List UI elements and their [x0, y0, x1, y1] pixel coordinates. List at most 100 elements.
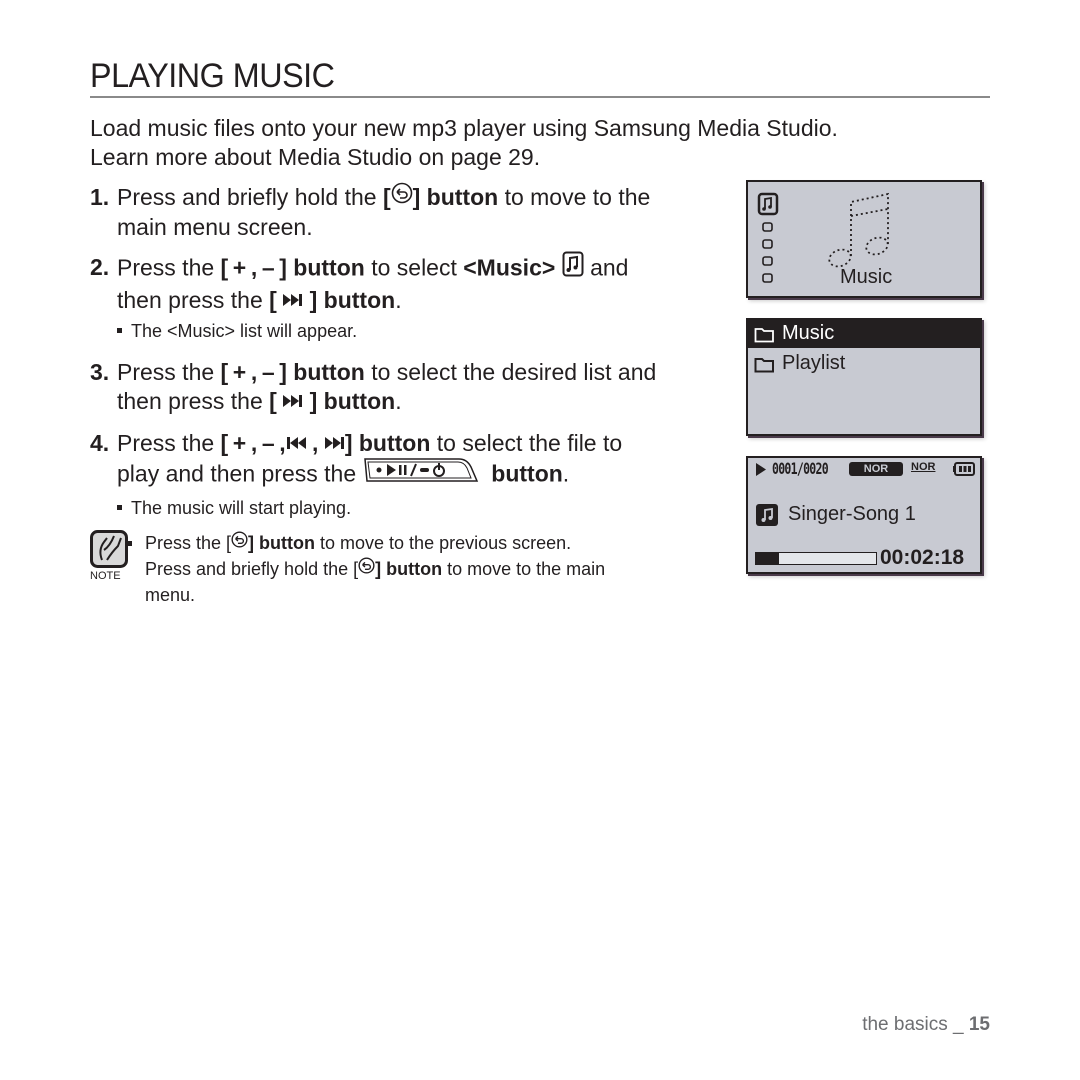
page-footer: the basics _ 15 — [862, 1014, 990, 1036]
menu-dot — [762, 256, 773, 266]
list-item-label: Playlist — [782, 352, 846, 374]
list-item[interactable]: Playlist — [748, 350, 980, 378]
step-text: then press the — [117, 287, 270, 313]
step-number: 4. — [90, 430, 110, 456]
previous-track-icon — [286, 428, 306, 457]
step-text: Press the — [117, 254, 221, 281]
subnote-text: The <Music> list will appear. — [131, 321, 358, 341]
note-line-1: Press the [ ] button to move to the previ… — [127, 530, 745, 557]
bullet — [117, 327, 122, 333]
list-item-selected[interactable]: Music — [748, 320, 980, 348]
music-menu-label: <Music> — [463, 254, 556, 281]
note-text-part: Press and briefly hold the [ — [145, 558, 359, 579]
plus-minus-button-label: [ + , – ] button — [220, 254, 365, 281]
button-label: ] button — [248, 533, 316, 553]
step-4: 4. Press the [ + , – , , ] button to sel… — [90, 429, 730, 492]
step-number: 2. — [90, 254, 110, 280]
step-text: . — [395, 388, 402, 414]
elapsed-time: 00:02:18 — [880, 546, 965, 569]
battery-icon — [953, 462, 975, 481]
plus-minus-button-label: [ + , – ] button — [220, 359, 365, 385]
music-menu-icon — [562, 251, 584, 284]
folder-icon — [754, 326, 776, 348]
menu-dot — [762, 222, 773, 232]
progress-bar[interactable] — [755, 552, 877, 565]
step-number: 1. — [90, 184, 110, 210]
menu-dots — [762, 222, 773, 283]
main-menu-screen: Music — [746, 180, 982, 298]
intro-line-2: Learn more about Media Studio on page 29… — [90, 144, 541, 170]
step-text: Press and briefly hold the — [117, 184, 383, 210]
step-text: and — [583, 254, 629, 281]
list-item-label: Music — [782, 322, 835, 344]
note-label: NOTE — [90, 570, 121, 582]
note-text-part: Press the [ — [145, 533, 232, 553]
bullet — [127, 541, 132, 546]
intro-line-1: Load music files onto your new mp3 playe… — [90, 115, 838, 141]
step-text: Press the — [117, 359, 221, 385]
track-counter: 0001/0020 — [772, 459, 829, 478]
button-label: ] button — [303, 388, 396, 414]
back-button-icon — [231, 530, 248, 555]
step-text: to move to the — [498, 184, 651, 210]
eq-mode-badge: NOR — [849, 462, 903, 476]
step-text: play and then press the — [117, 461, 363, 487]
main-menu-label: Music — [840, 266, 893, 288]
note-text-part: to move to the previous screen. — [315, 533, 572, 553]
step-2-subnote: The <Music> list will appear. — [117, 320, 357, 342]
button-label: ] button — [375, 558, 443, 579]
step-text: to select the desired list and — [364, 359, 657, 385]
now-playing-screen: 0001/0020 NOR NOR Singer-Song 1 00:02:18 — [746, 456, 982, 574]
menu-dot — [762, 273, 773, 283]
button-label: ] button — [344, 430, 431, 456]
step-text: to select — [364, 254, 464, 281]
music-icon — [757, 192, 779, 216]
step-text: . — [395, 287, 402, 313]
note-line-2: Press and briefly hold the [ ] button to … — [145, 556, 745, 583]
step-text: . — [562, 461, 570, 487]
separator: , — [305, 430, 319, 456]
bracket: [ — [382, 184, 391, 210]
step-number: 3. — [90, 359, 110, 385]
button-label: ] button — [412, 184, 499, 210]
button-label: ] button — [303, 287, 396, 313]
music-list-screen: Music Playlist — [746, 318, 982, 436]
button-label: [ + , – , — [220, 430, 286, 456]
note-text: Press the [ ] button to move to the previ… — [127, 530, 745, 608]
next-track-icon — [324, 428, 345, 457]
bullet — [117, 504, 122, 510]
next-track-icon — [283, 386, 303, 415]
bracket: [ — [269, 287, 284, 313]
page-title: PLAYING MUSIC — [90, 57, 335, 95]
title-divider — [90, 96, 990, 98]
step-3: 3. Press the [ + , – ] button to select … — [90, 358, 730, 417]
play-mode-indicator: NOR — [911, 461, 936, 473]
play-pause-power-button-icon — [363, 457, 479, 490]
step-text: Press the — [117, 430, 221, 456]
step-4-subnote: The music will start playing. — [117, 497, 351, 519]
page-number: 15 — [968, 1014, 990, 1035]
folder-icon — [754, 356, 776, 378]
step-text: main menu screen. — [117, 214, 313, 241]
menu-dot — [762, 239, 773, 249]
step-text: to select the file to — [430, 430, 623, 456]
note-line-3: menu. — [145, 584, 196, 605]
back-button-icon — [391, 182, 413, 211]
song-title: Singer-Song 1 — [788, 503, 916, 525]
section-name: the basics _ — [862, 1014, 969, 1035]
play-status-icon — [756, 463, 766, 481]
big-music-note-icon — [828, 192, 889, 268]
progress-bar-fill — [756, 553, 779, 564]
subnote-text: The music will start playing. — [131, 498, 352, 518]
note-icon — [90, 530, 128, 573]
step-text: then press the — [117, 388, 270, 414]
step-2: 2. Press the [ + , – ] button to select … — [90, 251, 730, 316]
next-track-icon — [283, 285, 303, 314]
step-1: 1. Press and briefly hold the [] button … — [90, 183, 730, 242]
bracket: [ — [269, 388, 284, 414]
song-icon — [756, 504, 778, 531]
note-text-part: to move to the main — [442, 558, 606, 579]
button-label: button — [484, 461, 563, 487]
back-button-icon — [358, 556, 375, 581]
intro-paragraph: Load music files onto your new mp3 playe… — [90, 114, 950, 172]
